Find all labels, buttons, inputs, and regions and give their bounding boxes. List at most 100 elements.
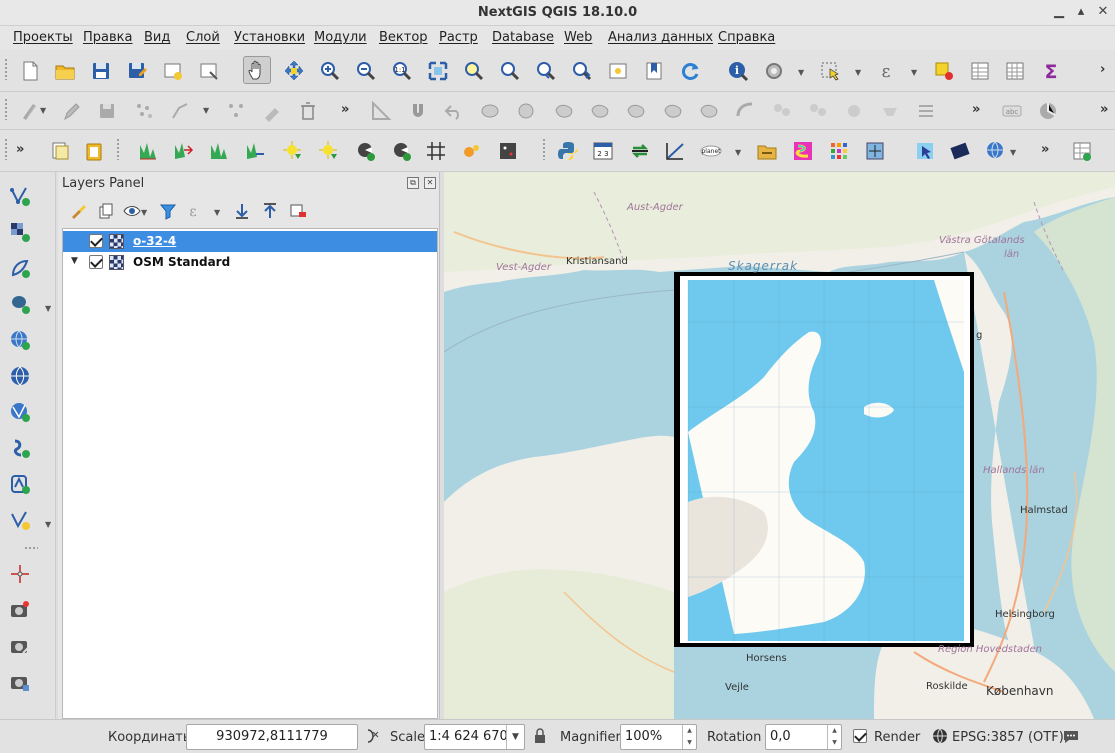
new-print-layout-icon[interactable] — [159, 57, 187, 85]
zoom-in-icon[interactable] — [316, 57, 344, 85]
toolbar-overflow-icon[interactable]: » — [972, 102, 980, 117]
toolbar-overflow-icon[interactable]: » — [1041, 142, 1049, 157]
menu-projects[interactable]: Проекты — [13, 30, 73, 45]
delete-part-icon[interactable] — [659, 97, 687, 125]
chevron-down-icon[interactable]: ▼ — [141, 208, 151, 217]
zoom-last-icon[interactable] — [532, 57, 560, 85]
viewshed-area-icon[interactable] — [388, 137, 416, 165]
add-postgis-layer-icon[interactable] — [6, 290, 34, 318]
split-parts-icon[interactable] — [804, 97, 832, 125]
measure-angle-icon[interactable] — [367, 97, 395, 125]
layer-row[interactable]: o-32-4 — [63, 231, 437, 252]
new-shapefile-layer-icon[interactable] — [6, 506, 34, 534]
lock-icon[interactable] — [531, 727, 549, 745]
remove-layer-icon[interactable] — [286, 198, 310, 224]
color-grid-icon[interactable] — [825, 137, 853, 165]
chevron-down-icon[interactable]: ▼ — [798, 68, 808, 77]
add-vector-layer-icon[interactable] — [6, 182, 34, 210]
spin-arrows-icon[interactable]: ▲ ▼ — [682, 725, 696, 749]
camera-settings-icon[interactable] — [6, 668, 34, 696]
toolbar-overflow-icon[interactable]: › — [1100, 62, 1105, 77]
globe-settings-icon[interactable] — [982, 137, 1010, 165]
split-features-icon[interactable] — [768, 97, 796, 125]
fill-part-icon[interactable] — [586, 97, 614, 125]
reshape-icon[interactable] — [695, 97, 723, 125]
chevron-down-icon[interactable]: ▼ — [735, 148, 745, 157]
filter-legend-icon[interactable] — [156, 198, 180, 224]
spin-arrows-icon[interactable]: ▲ ▼ — [827, 725, 841, 749]
satellite-icon[interactable] — [946, 137, 974, 165]
measure-slope-icon[interactable] — [661, 137, 689, 165]
layer-visibility-checkbox[interactable] — [89, 255, 103, 269]
layer-name[interactable]: o-32-4 — [133, 234, 176, 248]
menu-layer[interactable]: Слой — [186, 30, 220, 45]
terrain-compare-icon[interactable] — [241, 137, 269, 165]
zoom-out-icon[interactable] — [352, 57, 380, 85]
crs-label[interactable]: EPSG:3857 (OTF) — [952, 730, 1064, 745]
georeferencer-icon[interactable]: 2 3 — [589, 137, 617, 165]
field-calculator-icon[interactable] — [1001, 57, 1029, 85]
zoom-full-icon[interactable] — [424, 57, 452, 85]
map-canvas[interactable]: Aust-Agder Vest-Agder Kristiansand Skage… — [444, 172, 1115, 719]
float-panel-icon[interactable]: ⧉ — [407, 177, 419, 189]
chevron-down-icon[interactable]: ▼ — [506, 725, 524, 749]
close-panel-icon[interactable]: ✕ — [424, 177, 436, 189]
toolbar-overflow-icon[interactable]: » — [16, 142, 24, 157]
clipboard-icon[interactable] — [80, 137, 108, 165]
maximize-icon[interactable]: ▴ — [1072, 3, 1090, 21]
chevron-down-icon[interactable]: ▼ — [40, 106, 50, 115]
add-virtual-layer-icon[interactable] — [6, 434, 34, 462]
style-brush-icon[interactable] — [66, 198, 90, 224]
select-by-expression-icon[interactable]: ε — [872, 57, 900, 85]
merge-features-icon[interactable] — [840, 97, 868, 125]
layout-manager-icon[interactable] — [195, 57, 223, 85]
add-wfs-layer-icon[interactable] — [6, 362, 34, 390]
zoom-native-icon[interactable]: 1:1 — [388, 57, 416, 85]
collapse-all-icon[interactable] — [258, 198, 282, 224]
minimize-icon[interactable]: ▁ — [1050, 3, 1068, 21]
toolbar-overflow-icon[interactable]: » — [341, 102, 349, 117]
menu-analysis[interactable]: Анализ данных — [608, 30, 713, 45]
select-on-map-icon[interactable] — [911, 137, 939, 165]
toolbar-grip[interactable] — [4, 138, 8, 160]
add-delimited-text-icon[interactable] — [6, 254, 34, 282]
menu-help[interactable]: Справка — [718, 30, 775, 45]
crs-globe-icon[interactable] — [931, 727, 949, 745]
expand-all-icon[interactable] — [230, 198, 254, 224]
render-checkbox[interactable] — [853, 729, 867, 743]
statistics-icon[interactable]: Σ — [1037, 57, 1065, 85]
toolbar-grip[interactable] — [4, 98, 8, 120]
vertex-tool-icon[interactable] — [222, 97, 250, 125]
profile-arrows-icon[interactable] — [169, 137, 197, 165]
expand-arrow-icon[interactable]: ▼ — [71, 256, 78, 266]
scale-combobox[interactable]: 1:4 624 670 ▼ — [424, 724, 525, 750]
layer-visibility-checkbox[interactable] — [89, 234, 103, 248]
menu-vector[interactable]: Вектор — [379, 30, 428, 45]
rotation-spinbox[interactable]: 0,0 ▲ ▼ — [765, 724, 842, 750]
add-group-icon[interactable] — [94, 198, 118, 224]
qms-icon[interactable] — [789, 137, 817, 165]
label-pin-icon[interactable] — [1034, 97, 1062, 125]
toggle-editing-icon[interactable] — [57, 97, 85, 125]
save-as-icon[interactable] — [123, 57, 151, 85]
crosshair-icon[interactable] — [6, 560, 34, 588]
mouse-toggle-icon[interactable] — [363, 727, 381, 745]
toolbar-grip[interactable] — [542, 138, 546, 160]
zoom-to-selection-icon[interactable] — [460, 57, 488, 85]
toolbar-grip[interactable] — [24, 546, 38, 550]
new-map-view-icon[interactable] — [604, 57, 632, 85]
toolbar-overflow-icon[interactable]: » — [1100, 102, 1108, 117]
toolbar-grip[interactable] — [4, 58, 8, 80]
pan-map-icon[interactable] — [243, 56, 271, 84]
points-cluster-icon[interactable] — [458, 137, 486, 165]
rotate-point-icon[interactable] — [912, 97, 940, 125]
close-icon[interactable]: ✕ — [1094, 3, 1112, 21]
chevron-down-icon[interactable]: ▼ — [911, 68, 921, 77]
menu-edit[interactable]: Правка — [83, 30, 132, 45]
bookmark-icon[interactable] — [640, 57, 668, 85]
ring-tool-icon[interactable] — [476, 97, 504, 125]
menu-web[interactable]: Web — [564, 30, 592, 45]
terrain-profile-icon[interactable] — [205, 137, 233, 165]
add-sun-point-icon[interactable] — [279, 137, 307, 165]
label-abc-icon[interactable]: abc — [998, 97, 1026, 125]
